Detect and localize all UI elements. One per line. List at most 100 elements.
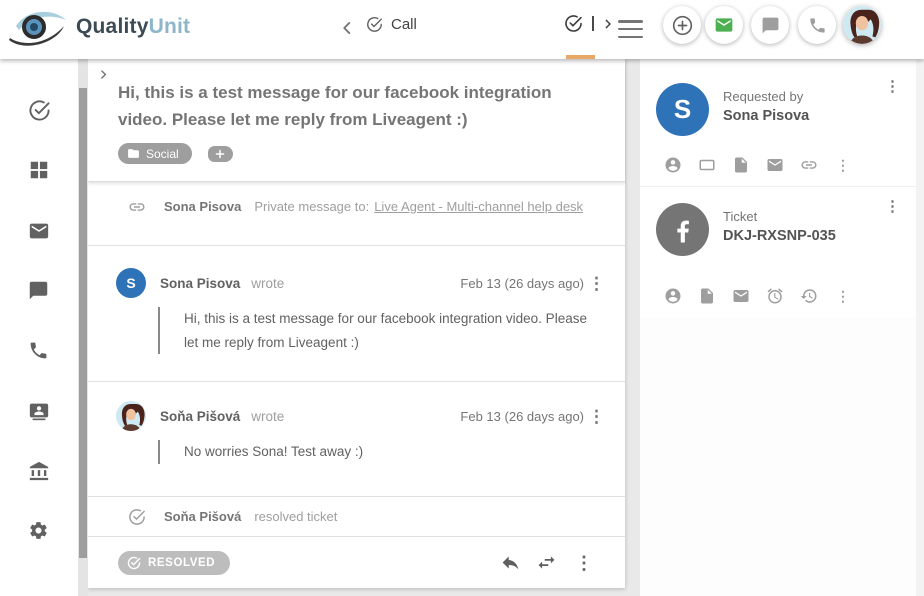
left-scrollbar-track[interactable] bbox=[78, 59, 88, 596]
person-circle-icon[interactable] bbox=[664, 287, 682, 305]
phone-button[interactable] bbox=[798, 6, 836, 44]
tab-active-ticket[interactable] bbox=[564, 14, 616, 33]
ticket-card-label: Ticket bbox=[723, 209, 757, 224]
tab-call-label: Call bbox=[391, 16, 417, 33]
user-avatar[interactable] bbox=[843, 6, 881, 44]
message-date: Feb 13 (26 days ago) bbox=[460, 409, 584, 424]
ticket-code: DKJ-RXSNP-035 bbox=[723, 228, 836, 244]
sidebar-item-chats[interactable] bbox=[28, 280, 51, 303]
message-menu-kebab-icon[interactable]: ⋮ bbox=[584, 408, 609, 425]
event-resolved: Soňa Pišová resolved ticket bbox=[88, 497, 625, 537]
status-badge-label: RESOLVED bbox=[148, 557, 215, 569]
message-menu-kebab-icon[interactable]: ⋮ bbox=[584, 275, 609, 292]
message-1-header: S Sona Pisova wrote Feb 13 (26 days ago)… bbox=[116, 268, 609, 298]
message-action: wrote bbox=[251, 409, 284, 424]
chat-notifications-button[interactable] bbox=[751, 6, 789, 44]
message-author: Soňa Pišová bbox=[160, 409, 240, 424]
more-actions-kebab-icon[interactable]: ⋮ bbox=[571, 554, 597, 572]
document-icon[interactable] bbox=[732, 156, 750, 174]
transfer-button[interactable] bbox=[536, 552, 557, 573]
ticket-quick-actions: ⋮ bbox=[664, 287, 852, 305]
avatar-initial: S bbox=[116, 268, 146, 298]
ticket-title-block: Hi, this is a test message for our faceb… bbox=[88, 59, 625, 182]
tag-row: Social bbox=[118, 143, 605, 164]
left-sidebar bbox=[0, 59, 78, 596]
active-tab-indicator bbox=[566, 55, 595, 59]
menu-hamburger-icon[interactable] bbox=[618, 20, 643, 38]
mail-icon[interactable] bbox=[766, 156, 784, 174]
swap-horizontal-icon bbox=[536, 552, 557, 573]
ticket-menu-kebab-icon[interactable]: ⋮ bbox=[881, 199, 904, 214]
alarm-icon[interactable] bbox=[766, 287, 784, 305]
person-circle-icon[interactable] bbox=[664, 156, 682, 174]
phone-icon bbox=[808, 16, 827, 35]
requester-quick-actions: ⋮ bbox=[664, 156, 852, 174]
tab-separator bbox=[592, 16, 594, 31]
note-action: Private message to: bbox=[254, 199, 369, 214]
check-circle-icon bbox=[564, 14, 583, 33]
phone-icon bbox=[28, 340, 49, 361]
reply-icon bbox=[500, 552, 521, 573]
sidebar-item-tickets[interactable] bbox=[28, 99, 51, 122]
sidebar-item-calls[interactable] bbox=[28, 340, 51, 363]
brand-primary: Quality bbox=[76, 15, 149, 38]
sidebar-item-settings[interactable] bbox=[28, 520, 51, 543]
requester-label: Requested by bbox=[723, 89, 803, 104]
collapse-chevron-icon[interactable] bbox=[97, 68, 110, 81]
sidebar-item-companies[interactable] bbox=[28, 460, 51, 483]
status-author: Soňa Pišová bbox=[164, 509, 241, 524]
ticket-title: Hi, this is a test message for our faceb… bbox=[118, 79, 603, 133]
gear-icon bbox=[28, 520, 49, 541]
grid-icon bbox=[28, 159, 50, 181]
ticket-thread-panel: Hi, this is a test message for our faceb… bbox=[88, 59, 625, 588]
facebook-channel-icon bbox=[656, 203, 709, 256]
document-icon[interactable] bbox=[698, 287, 716, 305]
ticket-action-bar: RESOLVED ⋮ bbox=[88, 537, 625, 588]
quick-actions-kebab-icon[interactable]: ⋮ bbox=[834, 158, 852, 172]
note-target-link[interactable]: Live Agent - Multi-channel help desk bbox=[374, 199, 583, 214]
mail-icon bbox=[28, 220, 50, 242]
sidebar-item-mail[interactable] bbox=[28, 220, 51, 243]
add-tag-button[interactable] bbox=[208, 146, 233, 162]
brand-secondary: Unit bbox=[149, 15, 191, 38]
sidebar-item-contacts[interactable] bbox=[28, 400, 51, 423]
tabs-back-chevron-icon[interactable] bbox=[336, 17, 358, 39]
message-body: No worries Sona! Test away :) bbox=[158, 440, 598, 464]
sidebar-item-dashboard[interactable] bbox=[28, 159, 51, 182]
add-new-button[interactable] bbox=[663, 6, 701, 44]
message-author: Sona Pisova bbox=[160, 276, 240, 291]
mail-icon bbox=[714, 15, 734, 35]
qualityunit-logo-icon[interactable] bbox=[6, 4, 70, 52]
tag-social[interactable]: Social bbox=[118, 143, 192, 164]
left-scrollbar-thumb[interactable] bbox=[79, 88, 87, 558]
chevron-right-icon bbox=[600, 16, 616, 32]
history-icon[interactable] bbox=[800, 287, 818, 305]
ticket-details-panel: S Requested by Sona Pisova ⋮ ⋮ bbox=[640, 59, 916, 596]
mail-notifications-button[interactable] bbox=[705, 6, 743, 44]
status-badge[interactable]: RESOLVED bbox=[118, 551, 230, 575]
message-2: Soňa Pišová wrote Feb 13 (26 days ago) ⋮… bbox=[88, 382, 625, 497]
chat-bubble-icon bbox=[761, 16, 780, 35]
avatar-photo-icon bbox=[116, 401, 146, 431]
plus-icon bbox=[214, 148, 226, 160]
right-scrollbar-track[interactable] bbox=[916, 59, 924, 596]
message-action: wrote bbox=[251, 276, 284, 291]
link-icon[interactable] bbox=[800, 156, 818, 174]
requester-menu-kebab-icon[interactable]: ⋮ bbox=[881, 79, 904, 94]
folder-icon bbox=[127, 147, 140, 160]
chat-bubble-icon bbox=[28, 280, 49, 301]
quick-actions-kebab-icon[interactable]: ⋮ bbox=[834, 289, 852, 303]
tab-call[interactable]: Call bbox=[366, 16, 417, 33]
reply-button[interactable] bbox=[500, 552, 521, 573]
ticket-info-card: Ticket DKJ-RXSNP-035 ⋮ ⋮ bbox=[640, 186, 916, 317]
crop-landscape-icon[interactable] bbox=[698, 156, 716, 174]
check-circle-icon bbox=[128, 508, 146, 526]
check-circle-icon bbox=[28, 99, 51, 122]
requester-name: Sona Pisova bbox=[723, 108, 809, 124]
mail-icon[interactable] bbox=[732, 287, 750, 305]
message-date: Feb 13 (26 days ago) bbox=[460, 276, 584, 291]
tag-social-label: Social bbox=[146, 147, 179, 161]
check-circle-icon bbox=[127, 556, 141, 570]
plus-circle-icon bbox=[671, 14, 694, 37]
requester-card: S Requested by Sona Pisova ⋮ ⋮ bbox=[640, 67, 916, 186]
